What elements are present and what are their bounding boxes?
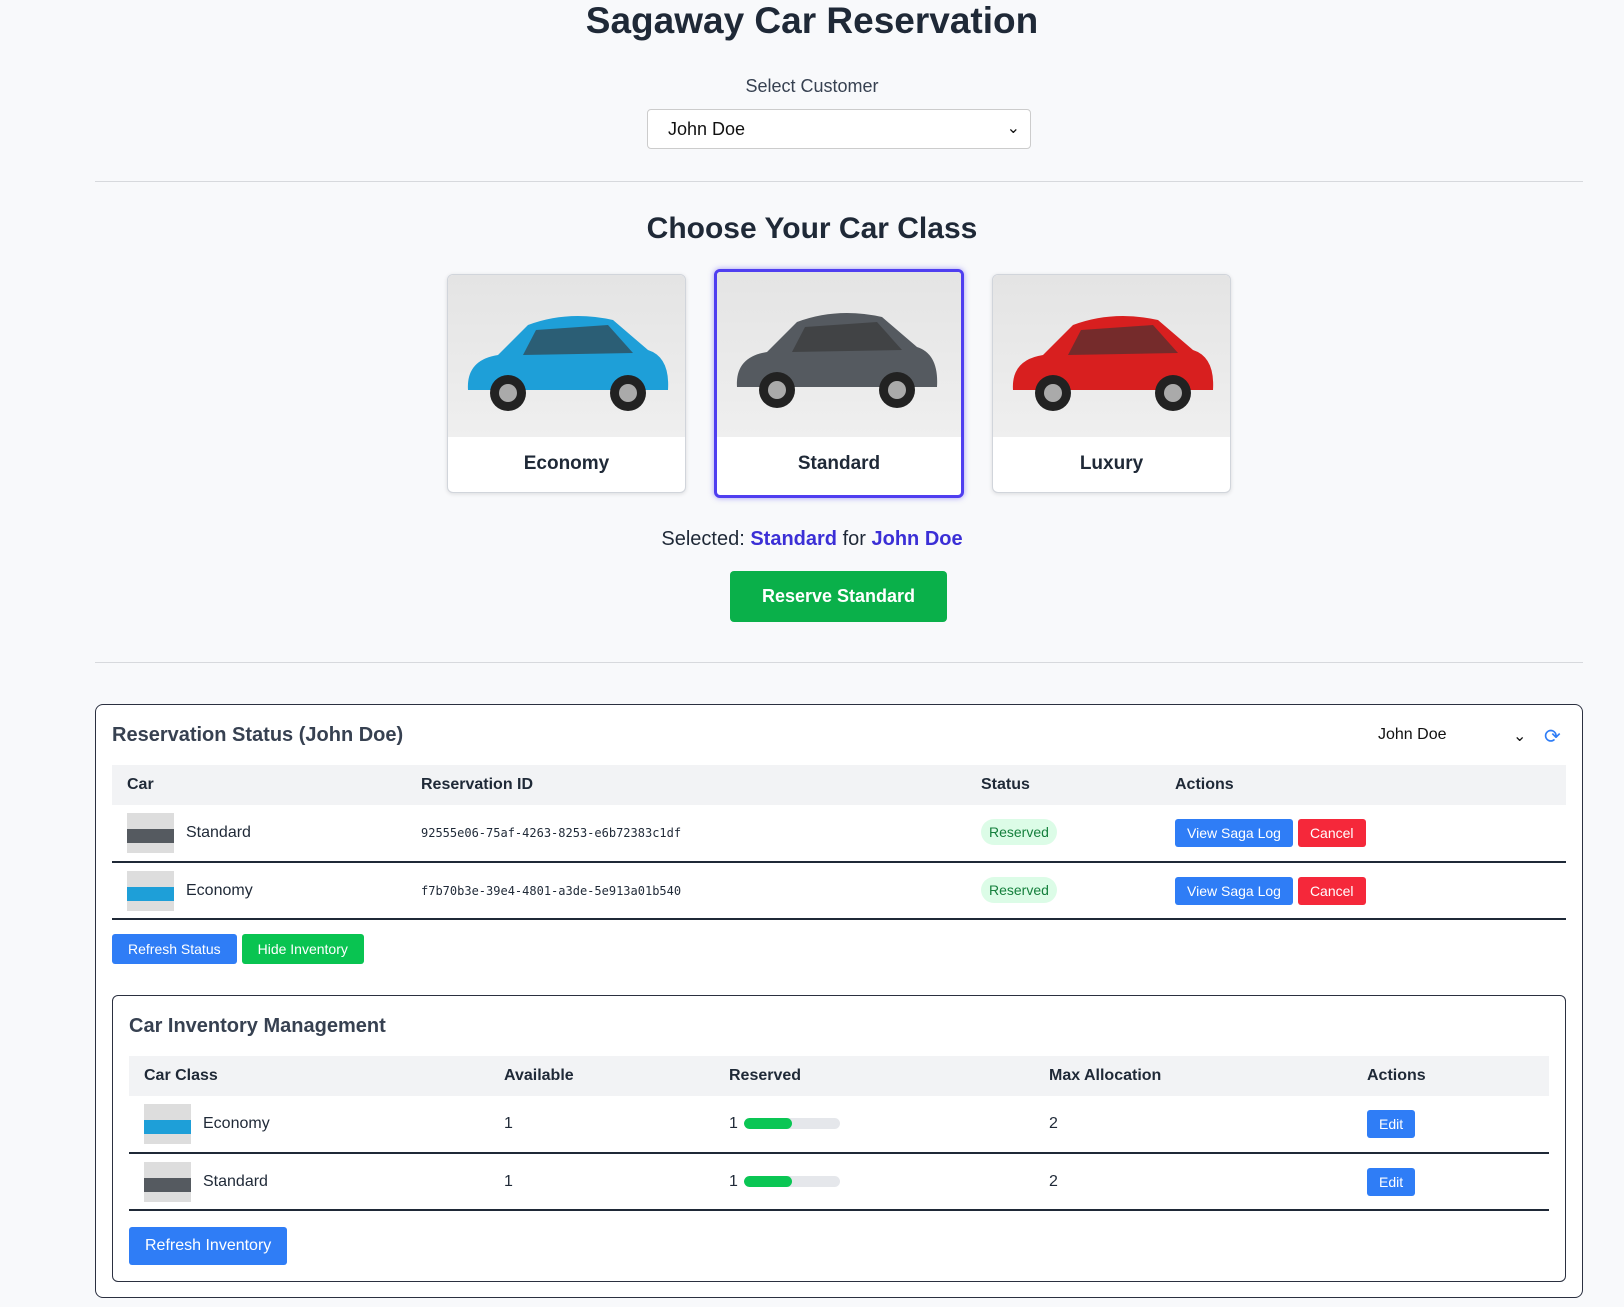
car-name: Standard [797, 453, 881, 474]
car-thumbnail [127, 870, 174, 911]
refresh-status-button[interactable]: Refresh Status [112, 934, 237, 964]
table-row: Economy f7b70b3e-39e4-4801-a3de-5e913a01b… [112, 862, 1566, 920]
cancel-button[interactable]: Cancel [1297, 819, 1366, 847]
refresh-inventory-button[interactable]: Refresh Inventory [129, 1227, 288, 1265]
status-badge: Reserved [981, 876, 1057, 903]
inventory-title: Car Inventory Management [129, 1015, 386, 1037]
page-title: Sagaway Car Reservation [585, 0, 1039, 41]
car-name: Luxury [1079, 453, 1144, 474]
view-saga-log-button[interactable]: View Saga Log [1175, 876, 1293, 905]
table-row: Standard 1 1 2 Edit [129, 1153, 1549, 1211]
selection-summary: Selected: Standard for John Doe [661, 528, 963, 550]
cancel-button[interactable]: Cancel [1297, 876, 1366, 905]
inventory-panel: Car Inventory Management Car Class Availa… [112, 995, 1566, 1282]
reservation-table: Car Reservation ID Status Actions Standard 9… [112, 765, 1566, 920]
car-thumbnail [127, 813, 174, 853]
divider [95, 662, 1583, 663]
divider [95, 181, 1583, 182]
car-thumbnail [144, 1104, 191, 1144]
chevron-down-icon: ⌄ [1006, 120, 1020, 137]
reserved-progress-bar [743, 1175, 840, 1187]
reserve-button[interactable]: Reserve Standard [730, 571, 947, 622]
edit-button[interactable]: Edit [1367, 1167, 1416, 1196]
edit-button[interactable]: Edit [1367, 1110, 1416, 1138]
table-row: Economy 1 1 2 Edit [129, 1096, 1549, 1154]
reservation-status-panel: Reservation Status (John Doe) John Doe ⌄ … [95, 704, 1583, 1298]
car-card-luxury[interactable]: Luxury [992, 274, 1231, 493]
reserved-progress-bar [743, 1118, 840, 1130]
car-image [993, 275, 1230, 437]
customer-label: Select Customer [745, 76, 879, 96]
car-image [717, 272, 961, 437]
refresh-icon[interactable]: ⟳ [1544, 724, 1561, 749]
hide-inventory-button[interactable]: Hide Inventory [241, 934, 364, 964]
panel-title: Reservation Status (John Doe) [112, 724, 404, 746]
car-thumbnail [144, 1161, 191, 1202]
car-name: Economy [523, 453, 610, 474]
car-card-economy[interactable]: Economy [447, 274, 686, 493]
customer-select[interactable]: John Doe ⌄ [647, 109, 1031, 149]
view-saga-log-button[interactable]: View Saga Log [1175, 819, 1293, 847]
inventory-table: Car Class Available Reserved Max Allocation… [129, 1056, 1549, 1211]
status-badge: Reserved [981, 819, 1057, 845]
car-image [448, 275, 685, 437]
car-card-standard[interactable]: Standard [714, 269, 964, 498]
customer-value: John Doe [668, 119, 746, 139]
chevron-down-icon: ⌄ [1513, 728, 1527, 745]
car-class-heading: Choose Your Car Class [646, 212, 978, 245]
table-row: Standard 92555e06-75af-4263-8253-e6b72383… [112, 805, 1566, 863]
status-customer-select[interactable]: John Doe ⌄ [1378, 726, 1526, 745]
